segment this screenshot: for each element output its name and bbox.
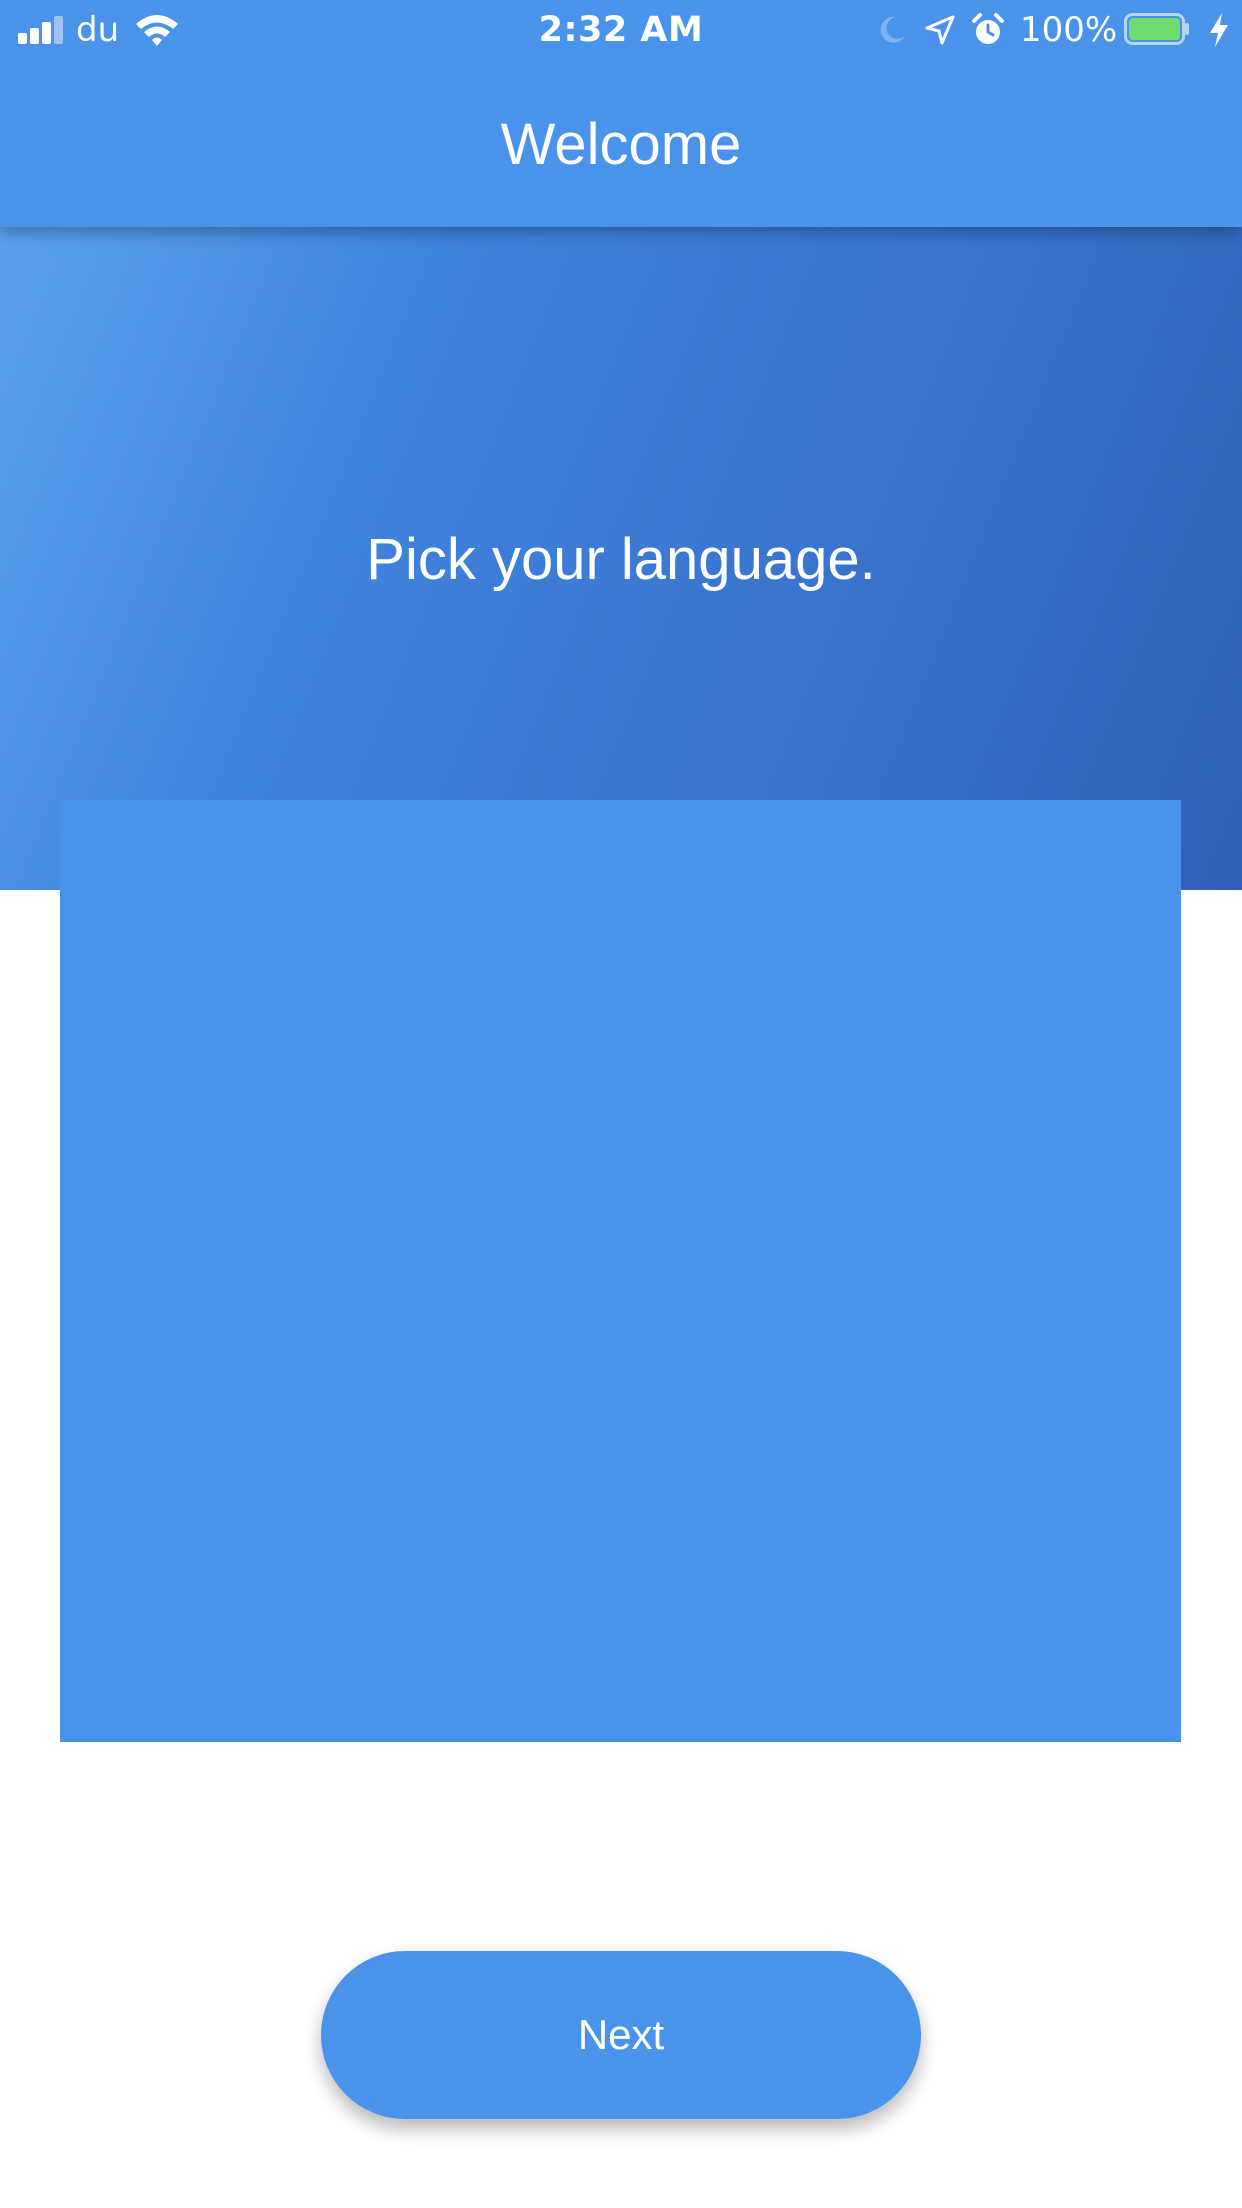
battery-percentage: 100%	[1020, 10, 1118, 50]
app-header: du 2:32 AM 100% Welcome	[0, 0, 1242, 227]
hero-banner: Pick your language.	[0, 227, 1242, 890]
charging-bolt-icon	[1210, 13, 1228, 47]
language-picker[interactable]	[60, 800, 1181, 1742]
location-arrow-icon	[925, 15, 955, 45]
welcome-screen: du 2:32 AM 100% Welcome Pick your langua…	[0, 0, 1242, 2208]
battery-icon	[1124, 13, 1189, 45]
alarm-icon	[972, 13, 1004, 44]
moon-icon	[880, 16, 905, 43]
page-title: Welcome	[500, 112, 742, 177]
language-prompt: Pick your language.	[366, 527, 876, 592]
next-button[interactable]: Next	[321, 1951, 921, 2119]
status-bar: du 2:32 AM 100%	[0, 0, 1242, 62]
